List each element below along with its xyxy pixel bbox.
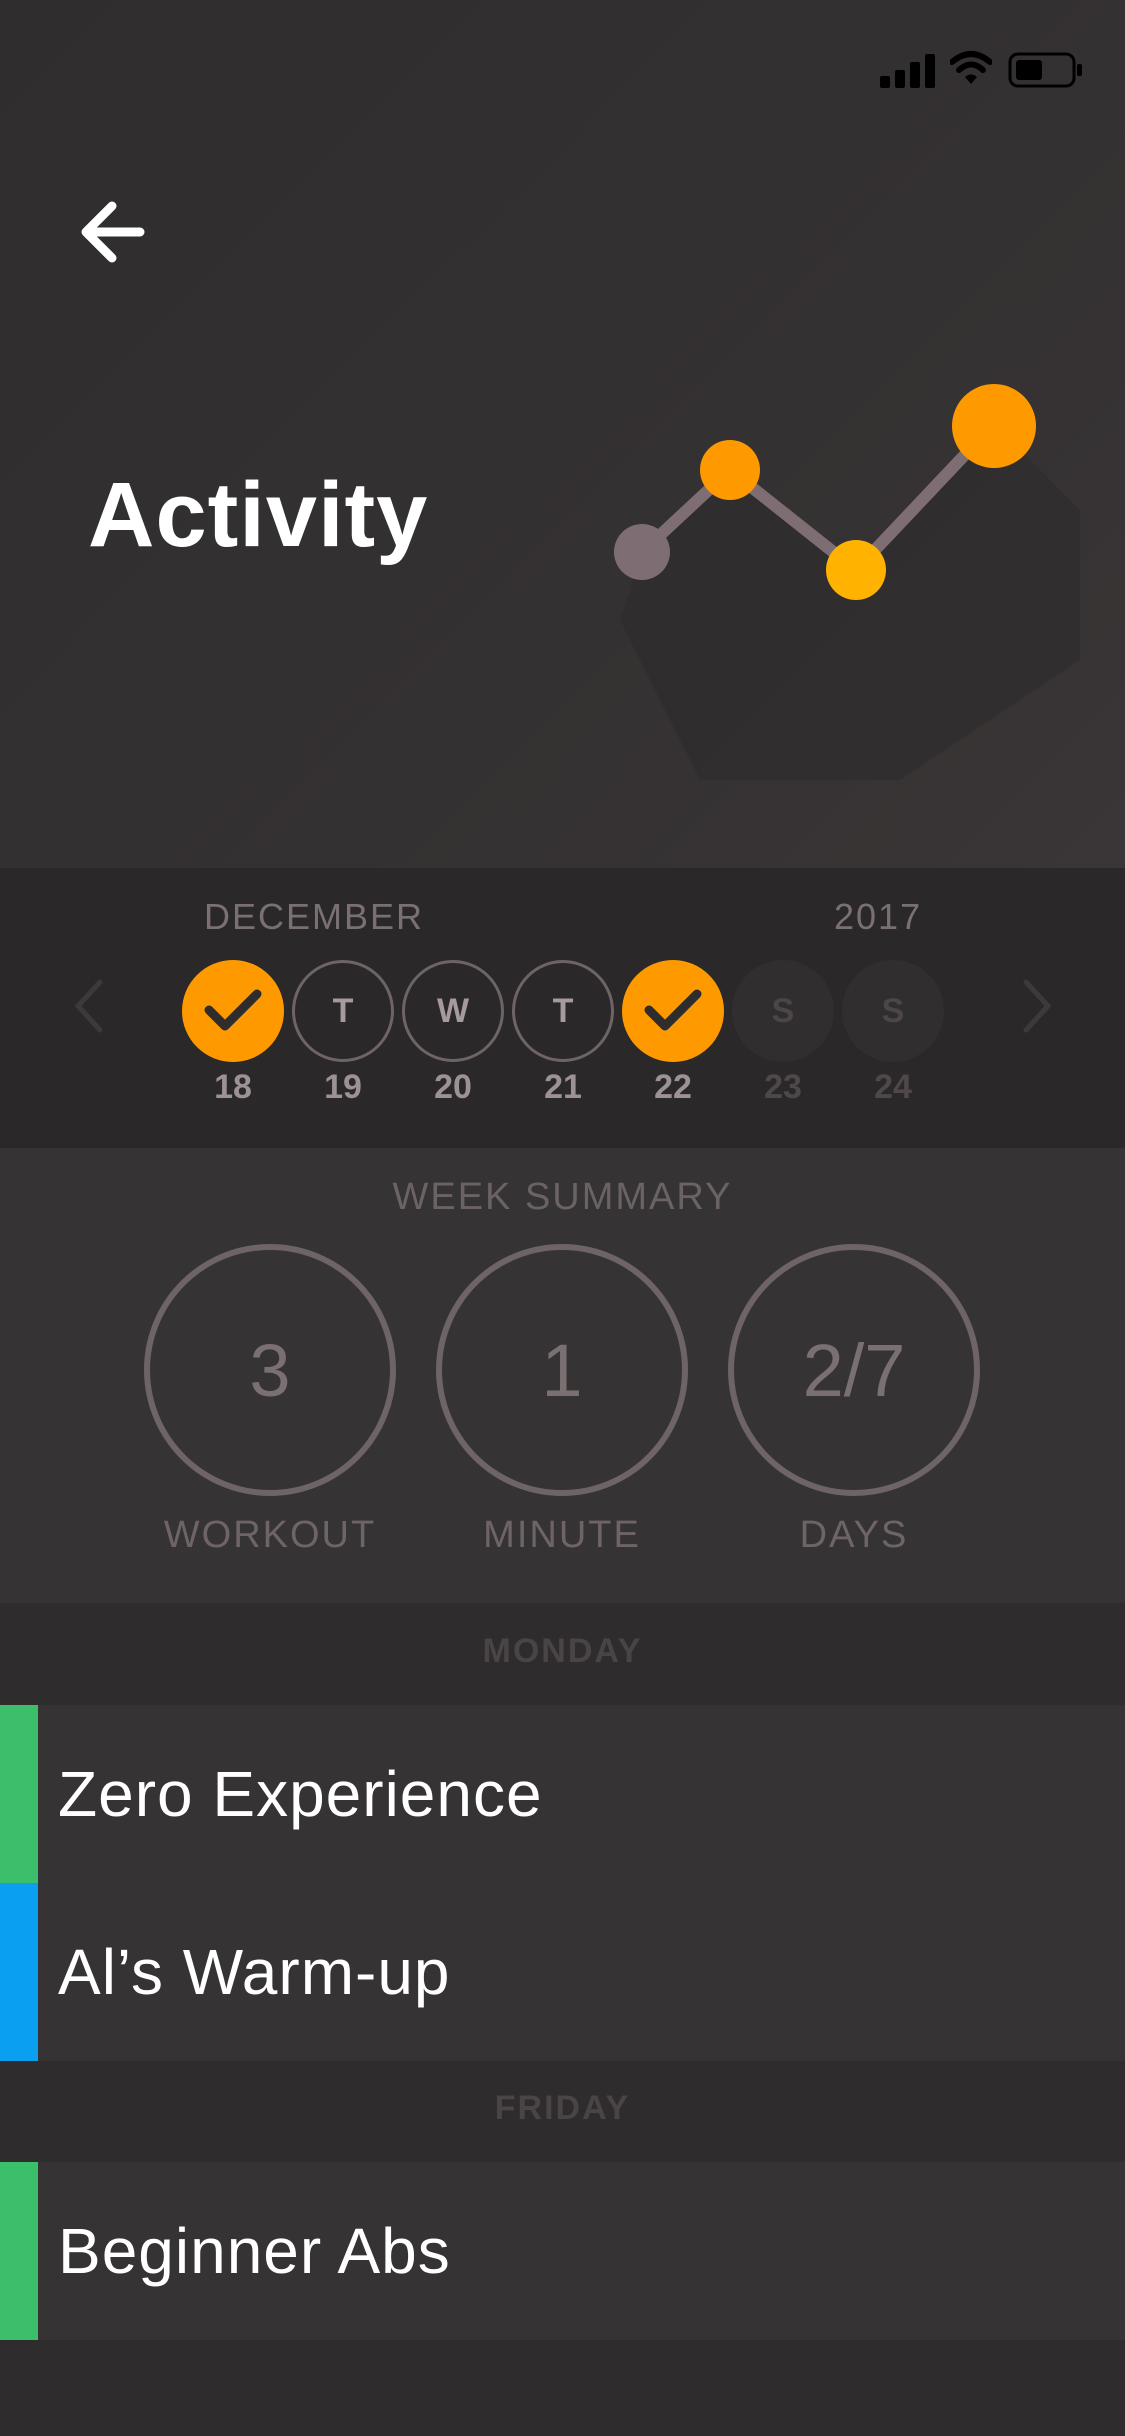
day-date: 22 [654, 1068, 692, 1106]
day-letter: S [771, 991, 795, 1030]
activity-header: Activity [0, 0, 1125, 868]
battery-icon [1008, 52, 1084, 93]
checkmark-icon [204, 989, 262, 1031]
week-summary: WEEK SUMMARY 3 1 2/7 WORKOUT MINUTE DAYS [0, 1148, 1125, 1603]
stat-label: WORKOUT [163, 1514, 377, 1556]
list-item-zero-experience[interactable]: Zero Experience [0, 1705, 1125, 1883]
list-item-als-warm-up[interactable]: Al’s Warm-up [0, 1883, 1125, 2061]
wifi-icon [949, 50, 993, 91]
day-letter: T [332, 991, 354, 1030]
day-22-button[interactable] [622, 960, 724, 1062]
week-picker: DECEMBER 2017 T W T S S 18 19 20 21 22 2… [0, 868, 1125, 1148]
workout-name: Beginner Abs [58, 2215, 451, 2287]
day-24-button[interactable]: S [842, 960, 944, 1062]
day-20-button[interactable]: W [402, 960, 504, 1062]
stat-value: 1 [541, 1328, 583, 1412]
day-date: 23 [764, 1068, 802, 1106]
day-23-button[interactable]: S [732, 960, 834, 1062]
back-arrow-icon[interactable] [78, 196, 150, 268]
color-bar [0, 1883, 38, 2061]
day-19-button[interactable]: T [292, 960, 394, 1062]
day-letter: S [881, 991, 905, 1030]
workout-name: Al’s Warm-up [58, 1936, 451, 2008]
summary-title: WEEK SUMMARY [392, 1176, 733, 1218]
days-count-ring: 2/7 [728, 1244, 980, 1496]
year-label: 2017 [834, 896, 923, 937]
stat-value: 2/7 [802, 1328, 906, 1412]
stat-value: 3 [249, 1328, 291, 1412]
signal-icon [880, 52, 936, 93]
day-date: 21 [544, 1068, 582, 1106]
page-title: Activity [88, 464, 429, 566]
day-letter: T [552, 991, 574, 1030]
activity-graph-icon [580, 360, 1080, 780]
stat-label: DAYS [799, 1514, 909, 1556]
stat-label: MINUTE [483, 1514, 641, 1556]
section-header-monday: MONDAY [482, 1632, 643, 1670]
section-header-friday: FRIDAY [494, 2089, 631, 2127]
color-bar [0, 1705, 38, 1883]
list-item-beginner-abs[interactable]: Beginner Abs [0, 2162, 1125, 2340]
workout-count-ring: 3 [144, 1244, 396, 1496]
color-bar [0, 2162, 38, 2340]
day-date: 18 [214, 1068, 252, 1106]
minute-count-ring: 1 [436, 1244, 688, 1496]
day-date: 19 [324, 1068, 362, 1106]
chevron-right-icon[interactable] [1016, 976, 1056, 1036]
day-letter: W [436, 991, 470, 1030]
workout-name: Zero Experience [58, 1758, 543, 1830]
chevron-left-icon[interactable] [70, 976, 110, 1036]
checkmark-icon [644, 989, 702, 1031]
month-label: DECEMBER [204, 896, 425, 937]
day-date: 24 [874, 1068, 912, 1106]
day-date: 20 [434, 1068, 472, 1106]
day-21-button[interactable]: T [512, 960, 614, 1062]
day-18-button[interactable] [182, 960, 284, 1062]
